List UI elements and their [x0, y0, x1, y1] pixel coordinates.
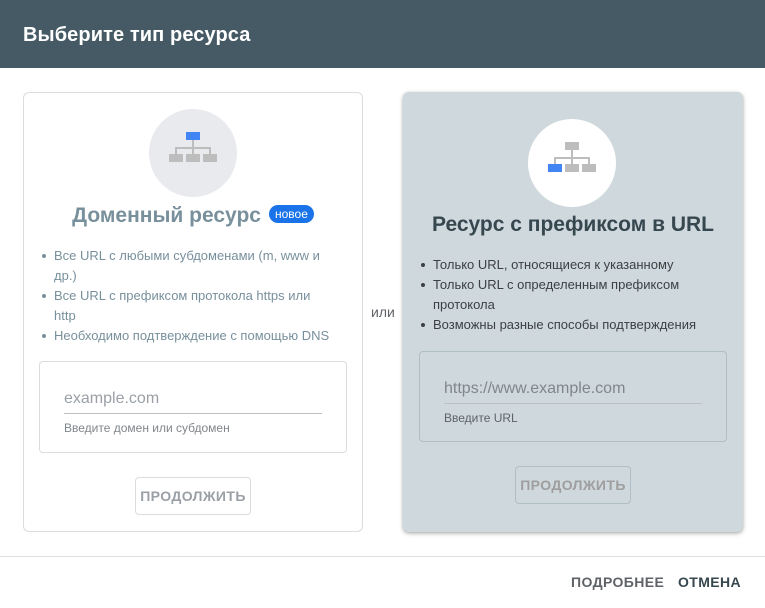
sitemap-icon — [169, 132, 217, 162]
dialog-header: Выберите тип ресурса — [0, 0, 765, 68]
url-input-hint: Введите URL — [444, 411, 518, 425]
url-prefix-icon-circle — [528, 119, 616, 207]
url-prefix-feature-list: Только URL, относящиеся к указанному Тол… — [419, 255, 719, 335]
or-separator: или — [371, 304, 395, 320]
list-item: Необходимо подтверждение с помощью DNS — [40, 326, 330, 346]
list-item: Все URL с любыми субдоменами (m, www и д… — [40, 246, 330, 286]
domain-input-hint: Введите домен или субдомен — [64, 421, 230, 435]
url-input-box: Введите URL — [419, 351, 727, 442]
domain-continue-button[interactable]: ПРОДОЛЖИТЬ — [135, 477, 251, 515]
list-item: Возможны разные способы подтверждения — [419, 315, 719, 335]
domain-icon-circle — [149, 109, 237, 197]
new-badge: новое — [268, 205, 314, 223]
domain-input-box: Введите домен или субдомен — [39, 361, 347, 453]
domain-input[interactable] — [64, 384, 322, 414]
domain-card-title: Доменный ресурс новое — [24, 204, 362, 228]
list-item: Только URL, относящиеся к указанному — [419, 255, 719, 275]
cancel-button[interactable]: ОТМЕНА — [678, 574, 741, 590]
url-prefix-property-card[interactable]: Ресурс с префиксом в URL Только URL, отн… — [403, 92, 743, 532]
list-item: Только URL с определенным префиксом прот… — [419, 275, 719, 315]
footer-divider — [0, 556, 765, 557]
domain-property-card[interactable]: Доменный ресурс новое Все URL с любыми су… — [23, 92, 363, 532]
list-item: Все URL с префиксом протокола https или … — [40, 286, 330, 326]
url-prefix-card-title: Ресурс с префиксом в URL — [431, 213, 715, 236]
url-input[interactable] — [444, 374, 702, 404]
learn-more-button[interactable]: ПОДРОБНЕЕ — [571, 574, 664, 590]
sitemap-icon — [548, 142, 596, 172]
domain-card-title-text: Доменный ресурс — [72, 204, 261, 227]
domain-feature-list: Все URL с любыми субдоменами (m, www и д… — [40, 246, 330, 346]
url-prefix-continue-button[interactable]: ПРОДОЛЖИТЬ — [515, 466, 631, 504]
dialog-title: Выберите тип ресурса — [23, 24, 251, 46]
